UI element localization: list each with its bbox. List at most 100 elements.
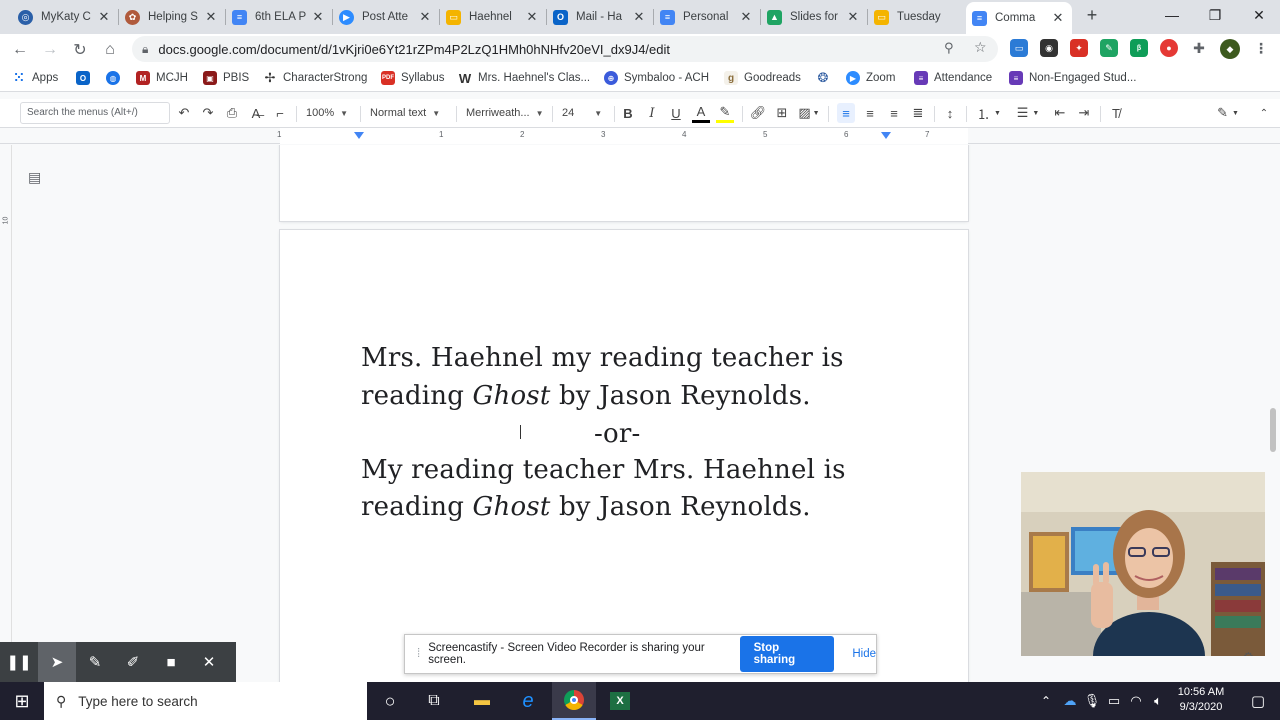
close-tab-icon[interactable]: ✕: [203, 9, 219, 25]
close-tab-icon[interactable]: ✕: [524, 9, 540, 25]
font-size-select[interactable]: 24 ▼: [562, 103, 608, 123]
browser-tab[interactable]: ✿ Helping S ✕: [119, 3, 225, 31]
task-view-icon[interactable]: ⧉: [412, 682, 456, 720]
line-spacing-icon[interactable]: ↕: [942, 103, 958, 123]
wifi-icon[interactable]: ◠: [1124, 682, 1148, 720]
extension-circle-icon[interactable]: ◉: [1040, 39, 1058, 57]
close-icon[interactable]: ✕: [190, 642, 228, 682]
browser-tab[interactable]: ▲ Slides for ✕: [761, 3, 867, 31]
bookmark-goodreads[interactable]: g Goodreads: [724, 71, 801, 85]
editing-mode-icon[interactable]: ✎ ▼: [1214, 103, 1242, 123]
bold-icon[interactable]: B: [621, 103, 635, 123]
zoom-select[interactable]: 100% ▼: [306, 103, 354, 123]
close-tab-icon[interactable]: ✕: [738, 9, 754, 25]
file-explorer-icon[interactable]: ▬: [460, 682, 504, 720]
extension-screen-icon[interactable]: ▭: [1010, 39, 1028, 57]
undo-icon[interactable]: ↶: [176, 103, 192, 123]
document-page[interactable]: Mrs. Haehnel my reading teacher is readi…: [280, 230, 968, 682]
increase-indent-icon[interactable]: ⇥: [1076, 103, 1092, 123]
profile-avatar[interactable]: ◆: [1220, 39, 1240, 59]
browser-tab[interactable]: ◎ MyKaty C ✕: [12, 3, 118, 31]
close-tab-icon[interactable]: ✕: [96, 9, 112, 25]
bookmark-edpuzzle[interactable]: ❂: [816, 70, 836, 85]
right-indent-marker[interactable]: [881, 132, 891, 139]
browser-tab[interactable]: ▭ Tuesday: [868, 3, 966, 31]
highlight-color-icon[interactable]: ✎: [716, 103, 734, 123]
close-tab-icon[interactable]: ✕: [845, 9, 861, 25]
bookmark-zoom[interactable]: ▶ Zoom: [846, 71, 895, 85]
justify-icon[interactable]: ≣: [910, 103, 926, 123]
bookmark-outlook[interactable]: O: [76, 71, 96, 85]
align-center-icon[interactable]: ≡: [862, 103, 878, 123]
bookmark-apps[interactable]: ⁙ Apps: [12, 70, 59, 85]
notifications-icon[interactable]: ▢: [1236, 682, 1280, 720]
hide-button[interactable]: Hide: [852, 648, 876, 660]
onedrive-icon[interactable]: ☁: [1058, 682, 1082, 720]
document-outline-icon[interactable]: ▤: [28, 169, 44, 185]
system-clock[interactable]: 10:56 AM 9/3/2020: [1168, 685, 1234, 715]
address-bar[interactable]: 🔒︎ docs.google.com/document/d/1vKjri0e6Y…: [132, 36, 998, 62]
browser-tab[interactable]: ≡ Personal ✕: [654, 3, 760, 31]
excel-icon[interactable]: X: [598, 682, 642, 720]
paint-format-icon[interactable]: ⌐: [272, 103, 288, 123]
screencastify-icon[interactable]: ●: [1160, 39, 1178, 57]
italic-icon[interactable]: I: [645, 103, 659, 123]
chrome-icon[interactable]: [552, 682, 596, 720]
camera-icon[interactable]: ■: [152, 642, 190, 682]
bookmark-attendance[interactable]: ≡ Attendance: [914, 71, 992, 85]
align-left-icon[interactable]: ≡: [837, 103, 855, 123]
extension-puzzle-red-icon[interactable]: ✦: [1070, 39, 1088, 57]
close-window-button[interactable]: ✕: [1236, 0, 1280, 30]
bookmark-non-engaged[interactable]: ≡ Non-Engaged Stud...: [1009, 71, 1136, 85]
bookmark-class-site[interactable]: W Mrs. Haehnel's Clas...: [458, 71, 590, 86]
windows-start-icon[interactable]: ⊞: [0, 682, 44, 720]
show-hidden-icons-icon[interactable]: ⌃: [1034, 682, 1058, 720]
bookmark-star-icon[interactable]: ☆: [974, 39, 987, 56]
bookmark-symbaloo[interactable]: ⊕ Symbaloo - ACH: [604, 71, 709, 85]
left-indent-marker[interactable]: [354, 132, 364, 139]
bookmark-mcjh[interactable]: M MCJH: [136, 71, 188, 85]
extensions-puzzle-icon[interactable]: ✚: [1190, 39, 1208, 57]
bookmark-pbis[interactable]: ▣ PBIS: [203, 71, 249, 85]
browser-tab[interactable]: ≡ 6th ELA P ✕: [226, 3, 332, 31]
extension-green-icon[interactable]: ✎: [1100, 39, 1118, 57]
menu-search-input[interactable]: Search the menus (Alt+/): [20, 102, 170, 124]
underline-icon[interactable]: U: [669, 103, 683, 123]
microphone-icon[interactable]: 🎙︎: [1080, 682, 1104, 720]
cortana-icon[interactable]: ○: [368, 682, 412, 720]
bookmark-syllabus[interactable]: PDF Syllabus: [381, 71, 444, 85]
numbered-list-icon[interactable]: ⒈ ▼: [974, 103, 1004, 123]
new-tab-button[interactable]: +: [1082, 5, 1102, 25]
spellcheck-icon[interactable]: A̶: [248, 103, 264, 123]
zoom-lens-icon[interactable]: ⚲: [944, 40, 954, 56]
close-tab-icon[interactable]: ✕: [631, 9, 647, 25]
collapse-toolbar-icon[interactable]: ⌃: [1256, 103, 1272, 123]
font-select[interactable]: Merriweath... ▼: [466, 103, 546, 123]
browser-menu-icon[interactable]: ⋮: [1252, 39, 1270, 57]
forward-arrow-icon[interactable]: →: [38, 38, 62, 62]
extension-beta-icon[interactable]: β: [1130, 39, 1148, 57]
browser-tab-active[interactable]: ≡ Comma ✕: [966, 2, 1072, 34]
vertical-scrollbar-thumb[interactable]: [1270, 408, 1276, 452]
restore-button[interactable]: ❐: [1192, 0, 1238, 30]
browser-tab[interactable]: ▶ Post Atte ✕: [333, 3, 439, 31]
close-tab-icon[interactable]: ✕: [417, 9, 433, 25]
text-color-icon[interactable]: A: [692, 103, 710, 123]
cursor-icon[interactable]: ➤: [38, 642, 76, 682]
webcam-settings-icon[interactable]: ⚙: [1243, 650, 1257, 656]
align-right-icon[interactable]: ≡: [886, 103, 902, 123]
redo-icon[interactable]: ↷: [200, 103, 216, 123]
insert-comment-icon[interactable]: ⊞: [774, 103, 790, 123]
reload-icon[interactable]: ↻: [68, 38, 92, 62]
print-icon[interactable]: ⎙: [224, 103, 240, 123]
back-arrow-icon[interactable]: ←: [8, 38, 32, 62]
internet-explorer-icon[interactable]: e: [506, 682, 550, 720]
pen-icon[interactable]: ✎: [76, 642, 114, 682]
taskbar-search-input[interactable]: ⚲ Type here to search: [44, 682, 367, 720]
insert-link-icon[interactable]: 🔗︎: [750, 103, 767, 123]
battery-icon[interactable]: ▭: [1102, 682, 1126, 720]
bulleted-list-icon[interactable]: ☰ ▼: [1013, 103, 1043, 123]
bookmark-characterstrong[interactable]: ✢ CharacterStrong: [263, 70, 368, 85]
pause-icon[interactable]: ❚❚: [0, 642, 38, 682]
close-tab-icon[interactable]: ✕: [310, 9, 326, 25]
